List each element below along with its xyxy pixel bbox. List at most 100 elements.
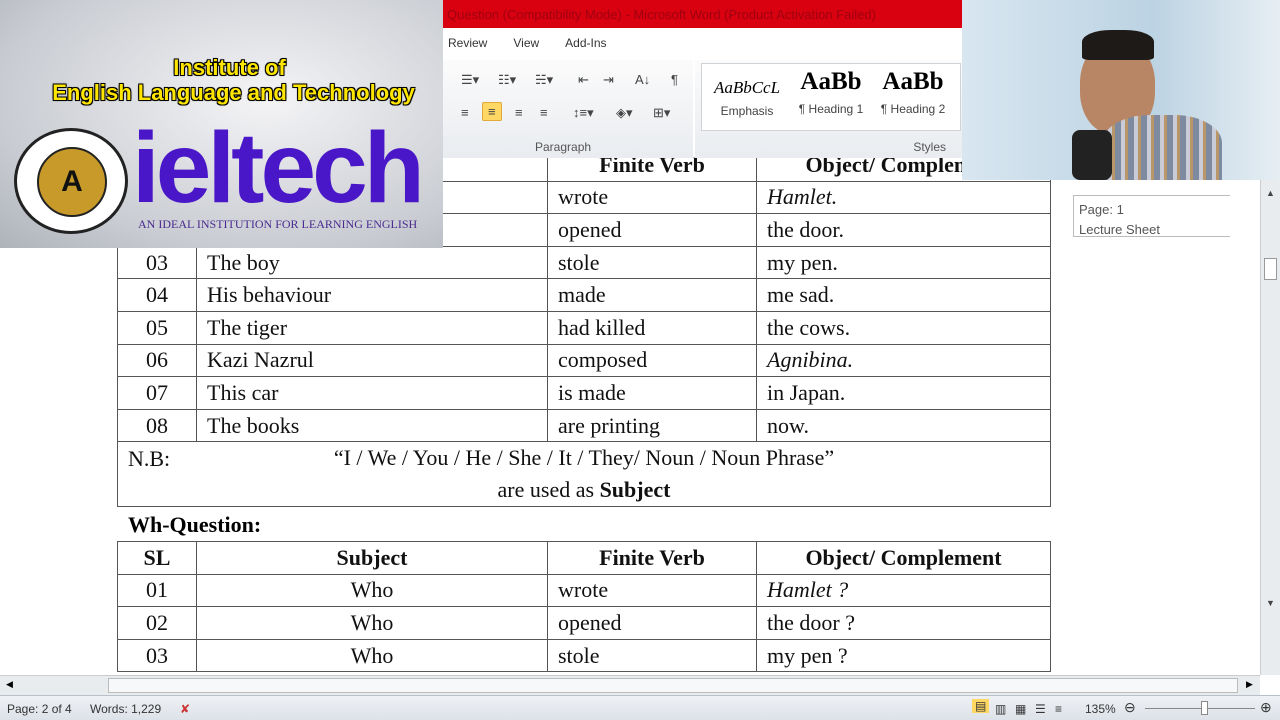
align-left-icon[interactable]: ≡ bbox=[461, 105, 469, 120]
verb-cell: opened bbox=[547, 213, 757, 247]
page-tooltip: Page: 1 Lecture Sheet bbox=[1073, 195, 1230, 237]
table-row: 08 The books are printing now. bbox=[117, 408, 1051, 443]
sl-cell: 05 bbox=[117, 310, 197, 345]
style-name: Emphasis bbox=[720, 104, 774, 118]
subject-cell: Who bbox=[196, 638, 548, 673]
verb-cell: is made bbox=[547, 376, 757, 410]
scroll-right-icon[interactable]: ▶ bbox=[1246, 679, 1253, 690]
object-cell: my pen. bbox=[756, 245, 1051, 280]
ribbon: Question (Compatibility Mode) - Microsof… bbox=[443, 0, 962, 158]
word-count[interactable]: Words: 1,229 bbox=[90, 702, 161, 716]
table-row: 03 The boy stole my pen. bbox=[117, 245, 1051, 280]
table-row: 02 Who opened the door ? bbox=[117, 606, 1051, 640]
presenter-body bbox=[1102, 115, 1222, 180]
object-cell: the door ? bbox=[756, 606, 1051, 640]
scroll-thumb[interactable] bbox=[1264, 258, 1277, 280]
shading-icon[interactable]: ◈▾ bbox=[616, 105, 633, 121]
object-cell: my pen ? bbox=[756, 638, 1051, 673]
subject-cell: Kazi Nazrul bbox=[196, 343, 548, 378]
sl-cell: 03 bbox=[117, 245, 197, 280]
outline-icon[interactable]: ☰ bbox=[1035, 702, 1046, 716]
style-emphasis[interactable]: AaBbCcL Emphasis bbox=[706, 68, 788, 118]
verb-cell: had killed bbox=[547, 310, 757, 345]
logo-line-1: Institute of bbox=[173, 55, 286, 80]
subject-cell: The tiger bbox=[196, 310, 548, 345]
logo-line-2: English Language and Technology bbox=[52, 80, 415, 105]
hscroll-thumb[interactable] bbox=[108, 678, 1238, 693]
multilevel-list-icon[interactable]: ☵▾ bbox=[535, 72, 553, 88]
borders-icon[interactable]: ⊞▾ bbox=[653, 105, 670, 121]
align-center-icon[interactable]: ≡ bbox=[482, 102, 502, 121]
scroll-down-icon[interactable]: ▼ bbox=[1266, 598, 1275, 608]
verb-cell: stole bbox=[547, 638, 757, 673]
webcam-overlay bbox=[962, 0, 1280, 180]
zoom-slider-thumb[interactable] bbox=[1201, 701, 1208, 715]
wh-question-table: SL Subject Finite Verb Object/ Complemen… bbox=[117, 541, 1051, 673]
style-sample: AaBb bbox=[800, 68, 862, 95]
wh-question-heading: Wh-Question: bbox=[128, 512, 262, 537]
sort-icon[interactable]: A↓ bbox=[635, 72, 650, 87]
tab-review[interactable]: Review bbox=[448, 36, 487, 50]
subject-cell: The boy bbox=[196, 245, 548, 280]
proofing-icon[interactable]: ✘ bbox=[180, 702, 190, 716]
zoom-slider[interactable] bbox=[1145, 708, 1255, 709]
numbering-icon[interactable]: ☷▾ bbox=[498, 72, 516, 88]
sl-cell: 04 bbox=[117, 278, 197, 312]
zoom-out-icon[interactable]: ⊖ bbox=[1124, 699, 1136, 716]
header-cell: Subject bbox=[196, 541, 548, 575]
scroll-left-icon[interactable]: ◀ bbox=[6, 679, 13, 690]
sl-cell: 01 bbox=[117, 573, 197, 608]
ribbon-tabs: Review View Add-Ins bbox=[443, 28, 962, 58]
verb-cell: made bbox=[547, 278, 757, 312]
note-text: “I / We / You / He / She / It / They/ No… bbox=[333, 445, 835, 471]
table-header-row: SL Subject Finite Verb Object/ Complemen… bbox=[117, 541, 1051, 575]
style-sample: AaBbCcL bbox=[713, 78, 781, 97]
horizontal-scrollbar[interactable]: ◀ ▶ bbox=[0, 675, 1260, 695]
object-cell: Hamlet. bbox=[756, 180, 1051, 215]
microphone-icon bbox=[1072, 130, 1112, 180]
justify-icon[interactable]: ≡ bbox=[540, 105, 548, 120]
sl-cell: 06 bbox=[117, 343, 197, 378]
scroll-up-icon[interactable]: ▲ bbox=[1266, 188, 1275, 198]
header-cell: SL bbox=[117, 541, 197, 575]
vertical-scrollbar[interactable]: ▲ ▼ bbox=[1260, 180, 1280, 675]
verb-cell: are printing bbox=[547, 408, 757, 443]
tab-add-ins[interactable]: Add-Ins bbox=[565, 36, 606, 50]
verb-cell: opened bbox=[547, 606, 757, 640]
zoom-in-icon[interactable]: ⊕ bbox=[1260, 699, 1272, 716]
line-spacing-icon[interactable]: ↕≡▾ bbox=[573, 105, 594, 121]
tab-view[interactable]: View bbox=[513, 36, 539, 50]
sl-cell: 07 bbox=[117, 376, 197, 410]
styles-group-label: Styles bbox=[913, 140, 946, 154]
subject-cell: The books bbox=[196, 408, 548, 443]
ieltech-logo-overlay: Institute of English Language and Techno… bbox=[0, 0, 443, 248]
title-bar: Question (Compatibility Mode) - Microsof… bbox=[443, 0, 962, 28]
table-row: 04 His behaviour made me sad. bbox=[117, 278, 1051, 312]
subject-cell: Who bbox=[196, 606, 548, 640]
style-name: ¶ Heading 2 bbox=[880, 102, 946, 116]
web-layout-icon[interactable]: ▦ bbox=[1015, 702, 1026, 716]
object-cell: Hamlet ? bbox=[756, 573, 1051, 608]
bullets-icon[interactable]: ☰▾ bbox=[461, 72, 479, 88]
table-row: 07 This car is made in Japan. bbox=[117, 376, 1051, 410]
increase-indent-icon[interactable]: ⇥ bbox=[603, 72, 614, 88]
zoom-level[interactable]: 135% bbox=[1085, 702, 1116, 716]
style-heading-1[interactable]: AaBb ¶ Heading 1 bbox=[790, 68, 872, 116]
object-cell: me sad. bbox=[756, 278, 1051, 312]
object-cell: the door. bbox=[756, 213, 1051, 247]
draft-icon[interactable]: ≡ bbox=[1055, 702, 1062, 716]
table-row: 03 Who stole my pen ? bbox=[117, 638, 1051, 673]
full-screen-reading-icon[interactable]: ▥ bbox=[995, 702, 1006, 716]
pilcrow-icon[interactable]: ¶ bbox=[671, 72, 678, 87]
paragraph-group-label: Paragraph bbox=[535, 140, 592, 154]
style-sample: AaBb bbox=[882, 68, 944, 95]
page-count[interactable]: Page: 2 of 4 bbox=[7, 702, 72, 716]
decrease-indent-icon[interactable]: ⇤ bbox=[578, 72, 589, 88]
note-label: N.B: bbox=[128, 446, 171, 472]
tooltip-page: Page: 1 bbox=[1079, 202, 1124, 217]
object-cell: in Japan. bbox=[756, 376, 1051, 410]
align-right-icon[interactable]: ≡ bbox=[515, 105, 523, 120]
style-heading-2[interactable]: AaBb ¶ Heading 2 bbox=[872, 68, 954, 116]
object-cell: the cows. bbox=[756, 310, 1051, 345]
print-layout-icon[interactable]: ▤ bbox=[972, 699, 990, 713]
